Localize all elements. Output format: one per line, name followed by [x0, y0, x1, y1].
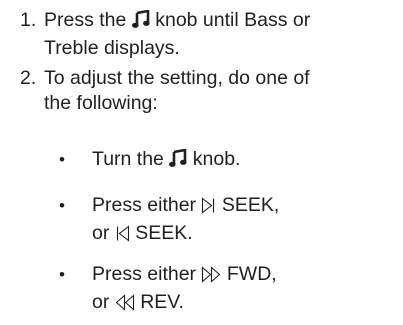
bullet-text-before: or: [92, 222, 110, 244]
rewind-icon: [115, 293, 135, 318]
bullet-text-before: or: [92, 291, 110, 313]
step-text-line2: the following:: [44, 92, 158, 114]
music-note-icon: [169, 148, 187, 175]
step-text: Press the knob until Bass or Treble disp…: [44, 8, 394, 61]
step-text-after: knob until Bass or: [155, 9, 311, 31]
bullet-marker: •: [59, 196, 65, 215]
fast-forward-icon: [201, 265, 221, 290]
bullet-text-after: SEEK.: [135, 222, 193, 244]
bullet-marker: •: [59, 265, 65, 284]
bullet-marker: •: [59, 150, 65, 169]
bullet-text-before: Press either: [92, 263, 197, 285]
music-note-icon: [131, 9, 150, 36]
step-number: 1.: [20, 9, 37, 31]
bullet-text-after: FWD,: [226, 263, 277, 285]
step-text-line1: To adjust the setting, do one of: [44, 67, 310, 89]
step-text: To adjust the setting, do one of the fol…: [44, 66, 394, 116]
bullet-text-before: Press either: [92, 194, 197, 216]
seek-forward-icon: [201, 196, 216, 221]
bullet-text-after: knob.: [192, 148, 241, 170]
bullet-text-after: SEEK,: [221, 194, 280, 216]
step-text-before: Press the: [44, 9, 127, 31]
seek-back-icon: [115, 224, 130, 249]
step-text-line2: Treble displays.: [44, 37, 180, 59]
step-number: 2.: [20, 67, 37, 89]
bullet-text-after: REV.: [140, 291, 184, 313]
bullet-text-before: Turn the: [92, 148, 164, 170]
